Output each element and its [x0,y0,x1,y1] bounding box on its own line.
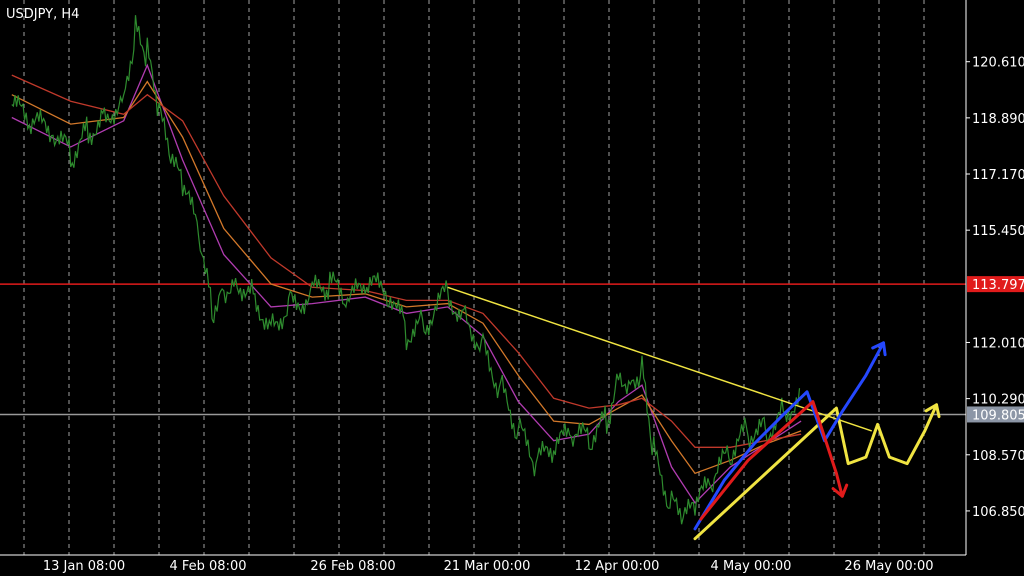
time-tick-label: 4 May 00:00 [711,559,792,574]
price-tick-label: 117.170 [972,168,1024,183]
price-tick-label: 108.570 [972,449,1024,464]
price-tick-label: 110.290 [972,393,1024,408]
time-tick-label: 21 Mar 00:00 [444,559,531,574]
level-label: 113.797 [972,278,1024,293]
price-chart: 113.797 109.805 120.610 118.890 117.170 115.4… [0,0,1024,576]
time-tick-label: 26 Feb 08:00 [310,559,395,574]
price-tick-label: 115.450 [972,224,1024,239]
chart-title: USDJPY, H4 [6,7,79,22]
price-tick-label: 106.850 [972,505,1024,520]
time-tick-label: 13 Jan 08:00 [43,559,125,574]
time-tick-label: 4 Feb 08:00 [169,559,246,574]
price-tick-label: 120.610 [972,56,1024,71]
level-label: 109.805 [972,408,1024,423]
time-tick-label: 26 May 00:00 [844,559,933,574]
price-tick-label: 112.010 [972,336,1024,351]
price-tick-label: 118.890 [972,112,1024,127]
price-axis: 113.797 109.805 120.610 118.890 117.170 115.4… [966,56,1024,520]
time-tick-label: 12 Apr 00:00 [575,559,660,574]
